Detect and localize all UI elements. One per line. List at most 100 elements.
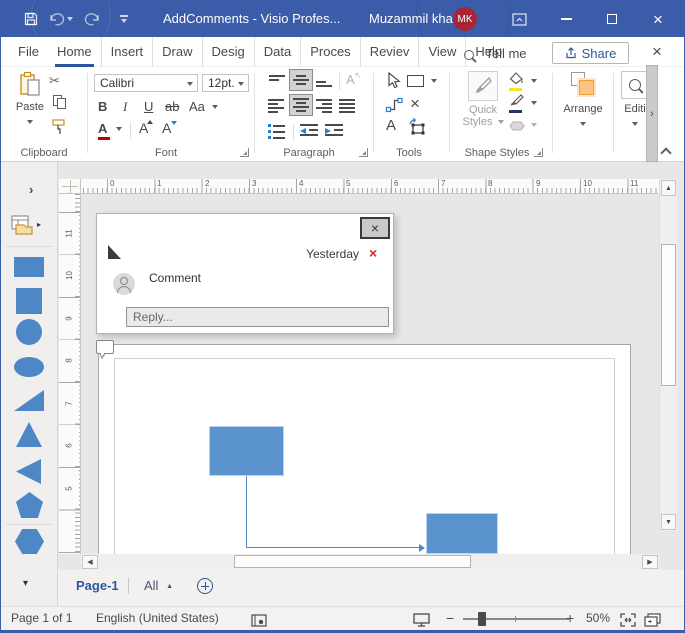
italic-button[interactable]: I bbox=[123, 99, 127, 115]
cut-button[interactable]: ✂ bbox=[49, 73, 60, 89]
fill-color-button[interactable] bbox=[509, 72, 524, 91]
bold-button[interactable]: B bbox=[98, 99, 107, 114]
arrange-button[interactable]: Arrange bbox=[561, 71, 605, 129]
scroll-right-button[interactable]: ▶ bbox=[642, 555, 658, 569]
tab-draw[interactable]: Draw bbox=[152, 37, 201, 67]
account-name[interactable]: Muzammil khan bbox=[369, 1, 460, 37]
increase-indent-button[interactable] bbox=[325, 124, 343, 136]
align-bottom-button[interactable] bbox=[316, 75, 332, 87]
stencil-shape-hexagon[interactable] bbox=[15, 529, 44, 554]
text-tool-button[interactable]: A bbox=[386, 117, 396, 134]
connector-segment-horizontal[interactable] bbox=[246, 547, 420, 548]
format-painter-button[interactable] bbox=[51, 119, 67, 138]
justify-button[interactable] bbox=[339, 99, 355, 113]
maximize-button[interactable] bbox=[598, 1, 626, 37]
save-button[interactable] bbox=[19, 1, 43, 37]
align-top-button[interactable] bbox=[269, 75, 285, 87]
connector-tool-button[interactable] bbox=[385, 95, 403, 116]
font-size-combo[interactable]: 12pt. bbox=[202, 74, 249, 92]
stencil-shape-square[interactable] bbox=[16, 288, 42, 314]
stencil-shape-right-triangle[interactable] bbox=[14, 390, 44, 411]
ribbon-scroll-strip[interactable]: › bbox=[646, 65, 658, 162]
minimize-button[interactable] bbox=[552, 1, 580, 37]
tab-review[interactable]: Reviev bbox=[360, 37, 419, 67]
delete-comment-button[interactable]: × bbox=[369, 245, 377, 261]
share-button[interactable]: Share bbox=[552, 42, 629, 64]
pointer-tool-button[interactable] bbox=[387, 72, 401, 92]
comment-marker-icon[interactable] bbox=[96, 340, 114, 354]
stencil-shape-left-triangle[interactable] bbox=[16, 459, 41, 484]
scroll-left-button[interactable]: ◀ bbox=[82, 555, 98, 569]
canvas-shape-rectangle-2[interactable] bbox=[426, 513, 498, 554]
connector-segment-vertical[interactable] bbox=[246, 476, 247, 548]
add-page-button[interactable] bbox=[197, 578, 213, 594]
language-indicator[interactable]: English (United States) bbox=[96, 607, 219, 630]
tab-data[interactable]: Data bbox=[254, 37, 300, 67]
font-dialog-launcher[interactable] bbox=[240, 148, 249, 157]
align-middle-button[interactable] bbox=[289, 69, 313, 91]
quick-styles-button[interactable]: Quick Styles bbox=[462, 71, 504, 128]
vertical-scrollbar[interactable]: ▲ ▼ bbox=[659, 179, 677, 531]
comment-popup-close-button[interactable]: × bbox=[360, 217, 390, 239]
all-pages-button[interactable]: All ▲ bbox=[144, 578, 173, 593]
align-left-button[interactable] bbox=[268, 99, 284, 113]
stencil-shape-ellipse[interactable] bbox=[14, 357, 44, 377]
shape-styles-dialog-launcher[interactable] bbox=[534, 148, 543, 157]
account-avatar[interactable]: MK bbox=[453, 1, 477, 37]
ribbon-display-options-button[interactable] bbox=[507, 1, 531, 37]
strikethrough-button[interactable]: ab bbox=[165, 99, 179, 114]
rectangle-tool-button[interactable] bbox=[407, 75, 437, 90]
paste-button[interactable]: Paste bbox=[13, 71, 47, 127]
redo-button[interactable] bbox=[81, 1, 103, 37]
page-tab-page1[interactable]: Page-1 bbox=[76, 578, 119, 593]
stencil-scroll-down-button[interactable]: ▾ bbox=[23, 578, 28, 589]
free-transform-button[interactable] bbox=[406, 117, 426, 138]
page-indicator[interactable]: Page 1 of 1 bbox=[11, 607, 72, 630]
paragraph-dialog-launcher[interactable] bbox=[359, 148, 368, 157]
zoom-in-button[interactable]: + bbox=[566, 607, 574, 630]
close-ribbon-button[interactable]: × bbox=[652, 43, 662, 60]
stencil-shape-circle[interactable] bbox=[16, 319, 42, 345]
stencil-shape-triangle[interactable] bbox=[16, 422, 42, 447]
decrease-indent-button[interactable] bbox=[300, 124, 318, 136]
tab-view[interactable]: View bbox=[418, 37, 465, 67]
scroll-down-button[interactable]: ▼ bbox=[661, 514, 676, 530]
shrink-font-button[interactable]: A bbox=[162, 120, 171, 136]
stencil-header-button[interactable]: ▸ bbox=[11, 215, 37, 238]
collapse-ribbon-icon[interactable] bbox=[660, 147, 671, 158]
tab-insert[interactable]: Insert bbox=[101, 37, 153, 67]
underline-button[interactable]: U bbox=[144, 99, 153, 114]
text-direction-button[interactable]: A↖ bbox=[346, 71, 361, 87]
connection-point-tool-button[interactable]: × bbox=[410, 95, 420, 112]
align-right-button[interactable] bbox=[316, 99, 332, 113]
change-case-button[interactable]: Aa bbox=[189, 99, 218, 114]
align-center-button[interactable] bbox=[289, 94, 313, 116]
zoom-out-button[interactable]: − bbox=[446, 607, 454, 630]
stencil-shape-pentagon[interactable] bbox=[16, 492, 43, 518]
customize-quick-access-button[interactable] bbox=[115, 1, 133, 37]
tab-design[interactable]: Desig bbox=[202, 37, 254, 67]
vertical-scroll-thumb[interactable] bbox=[661, 244, 676, 386]
copy-button[interactable] bbox=[53, 95, 67, 109]
undo-button[interactable] bbox=[47, 1, 73, 37]
shape-effects-button[interactable] bbox=[509, 119, 525, 135]
font-family-combo[interactable]: Calibri bbox=[94, 74, 198, 92]
zoom-level-button[interactable]: 50% bbox=[586, 607, 610, 630]
tab-process[interactable]: Proces bbox=[300, 37, 359, 67]
tell-me-search[interactable]: Tell me bbox=[464, 46, 527, 63]
stencil-shape-rectangle[interactable] bbox=[14, 257, 44, 277]
line-color-button[interactable] bbox=[509, 94, 524, 113]
reply-input[interactable] bbox=[126, 307, 389, 327]
horizontal-scrollbar[interactable]: ◀ ▶ bbox=[81, 554, 659, 570]
zoom-slider-thumb[interactable] bbox=[478, 612, 486, 626]
tab-home[interactable]: Home bbox=[48, 37, 101, 67]
bullets-button[interactable] bbox=[268, 124, 285, 139]
close-window-button[interactable]: × bbox=[644, 1, 672, 37]
grow-font-button[interactable]: A bbox=[139, 120, 148, 136]
font-color-button[interactable]: A bbox=[98, 121, 110, 140]
canvas-shape-rectangle-1[interactable] bbox=[209, 426, 284, 476]
tab-file[interactable]: File bbox=[9, 37, 48, 67]
scroll-up-button[interactable]: ▲ bbox=[661, 180, 676, 196]
horizontal-scroll-thumb[interactable] bbox=[234, 555, 471, 568]
expand-panel-button[interactable]: › bbox=[29, 182, 33, 197]
